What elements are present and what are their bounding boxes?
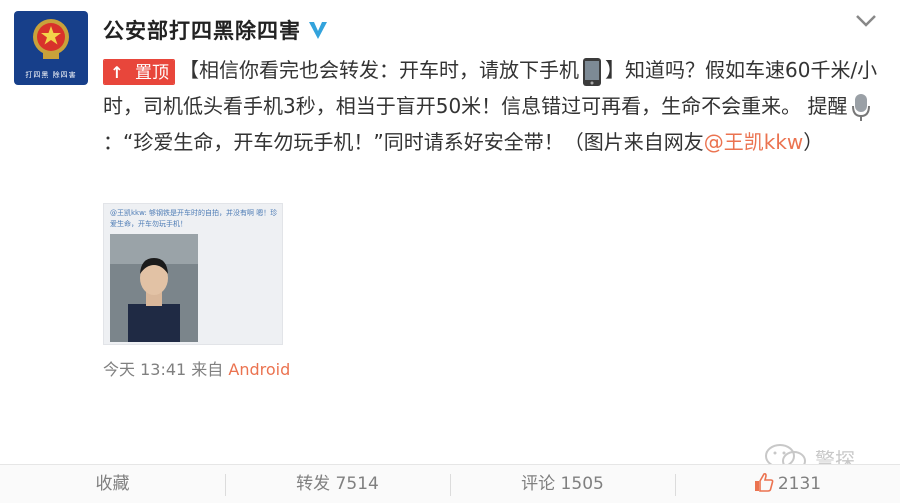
- from-label: 来自: [191, 360, 224, 379]
- username[interactable]: 公安部打四黑除四害: [103, 15, 301, 45]
- avatar-caption: 打四黑 除四害: [25, 71, 77, 79]
- post-text-4: ）: [803, 130, 824, 154]
- phone-emoji-icon: [583, 57, 601, 86]
- post-text-3: ：“珍爱生命，开车勿玩手机！”同时请系好安全带！（图片来自网友: [103, 130, 704, 154]
- post-meta: 今天 13:41 来自 Android: [103, 358, 290, 382]
- avatar[interactable]: 打四黑 除四害: [14, 11, 88, 85]
- comment-button[interactable]: 评论 1505: [450, 465, 675, 503]
- repost-button[interactable]: 转发 7514: [225, 465, 450, 503]
- action-bar: 收藏 转发 7514 评论 1505 2131: [0, 464, 900, 503]
- pinned-badge: ↑ 置顶: [103, 58, 175, 85]
- selfie-illustration: [110, 234, 198, 342]
- like-count: 2131: [777, 474, 822, 494]
- post-content: ↑ 置顶 【相信你看完也会转发：开车时，请放下手机 】知道吗？假如车速60千米/小时…: [103, 52, 878, 160]
- selfie-photo: [110, 234, 198, 342]
- post-image[interactable]: @王凯kkw: 够钢铁是开车时的自拍，并没有啊 嗯！珍爱生命，开车勿玩手机！: [103, 203, 283, 345]
- user-mention-link[interactable]: @王凯kkw: [704, 130, 804, 154]
- microphone-emoji-icon: [851, 93, 870, 121]
- post-text-1: 【相信你看完也会转发：开车时，请放下手机: [179, 58, 579, 82]
- verified-badge-icon: [309, 22, 327, 39]
- post-source[interactable]: Android: [228, 360, 290, 379]
- police-emblem-icon: [33, 19, 69, 59]
- post-time[interactable]: 今天 13:41: [103, 360, 186, 379]
- pin-icon: ↑: [104, 59, 130, 84]
- favorite-button[interactable]: 收藏: [0, 465, 225, 503]
- like-button[interactable]: 2131: [675, 465, 900, 503]
- chevron-down-icon[interactable]: [853, 11, 879, 31]
- thumbs-up-icon: [754, 472, 774, 492]
- image-caption: @王凯kkw: 够钢铁是开车时的自拍，并没有啊 嗯！珍爱生命，开车勿玩手机！: [110, 209, 278, 228]
- username-row: 公安部打四黑除四害: [103, 14, 329, 46]
